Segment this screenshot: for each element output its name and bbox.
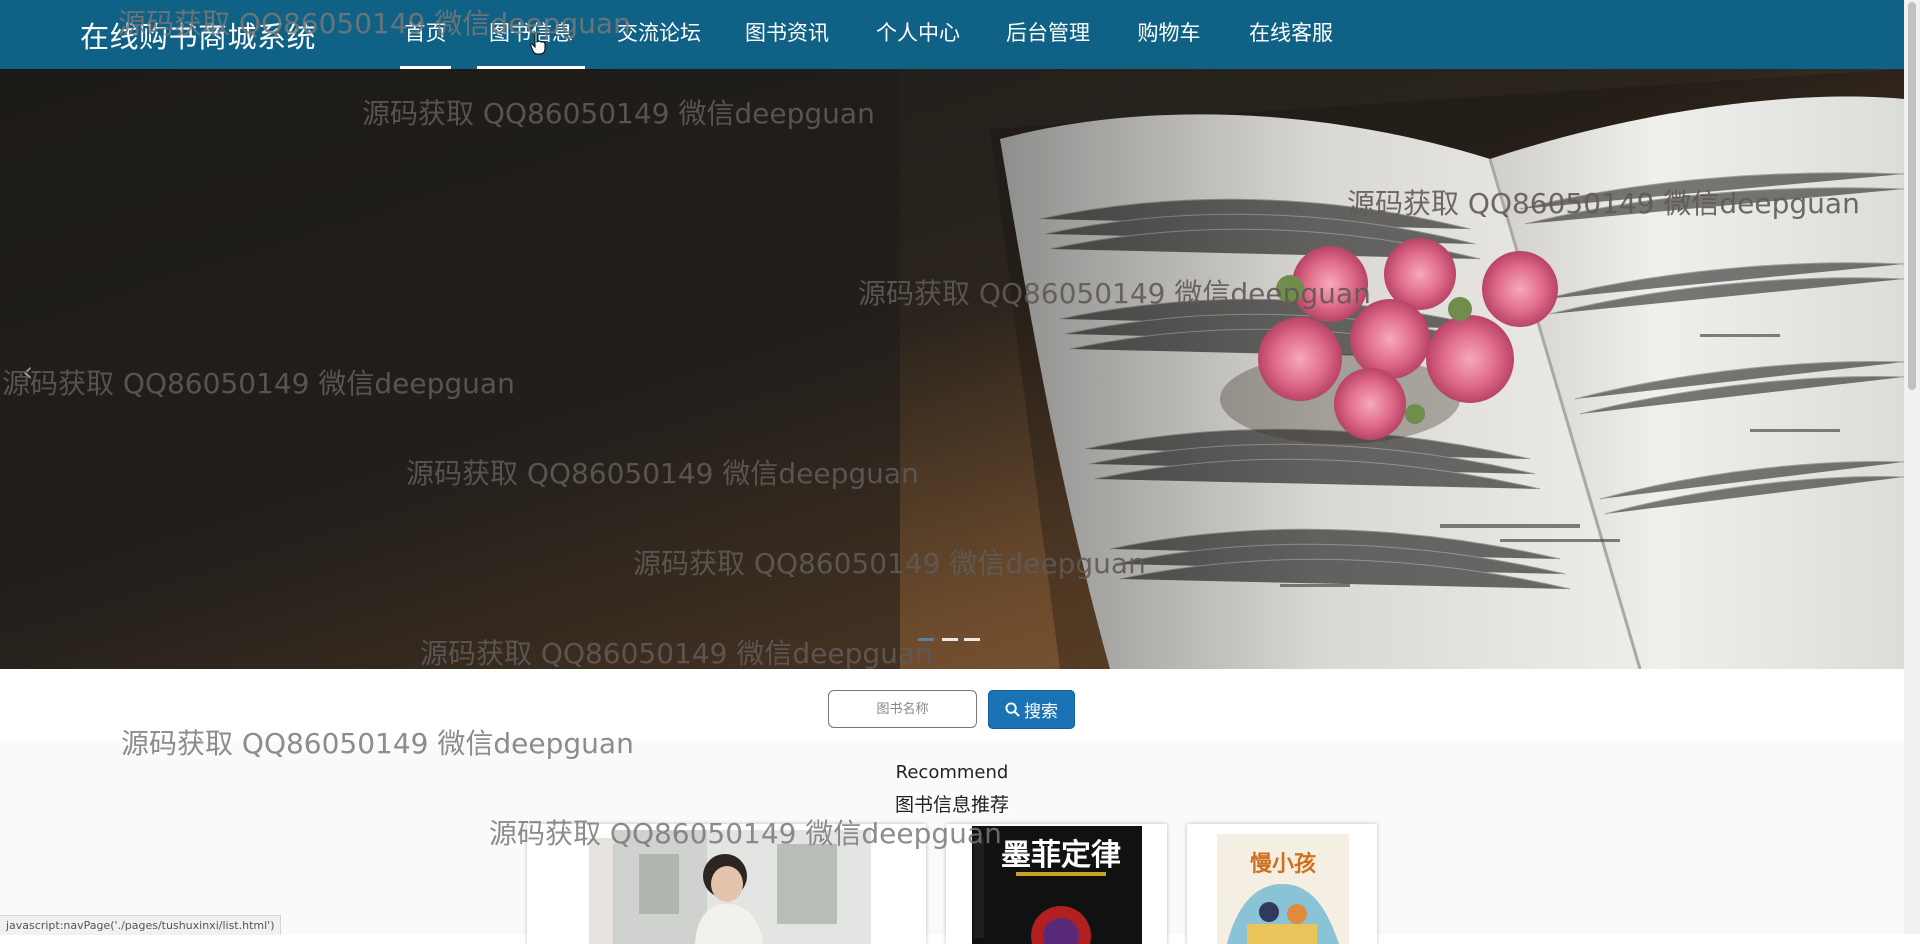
carousel-prev-button[interactable]: ‹ — [22, 355, 33, 388]
recommend-title-cn: 图书信息推荐 — [894, 794, 1009, 816]
book-cover-image — [1187, 824, 1377, 944]
recommend-title-en: Recommend — [895, 762, 1009, 783]
book-cover-title: 慢小孩 — [1249, 852, 1316, 877]
hero-slide-image — [0, 69, 1904, 669]
book-card[interactable] — [527, 824, 926, 944]
book-name-search-input[interactable] — [828, 690, 977, 728]
page-scrollbar[interactable] — [1904, 0, 1920, 934]
site-brand[interactable]: 在线购书商城系统 — [80, 14, 316, 56]
nav-item-admin[interactable]: 后台管理 — [1003, 0, 1093, 69]
nav-item-customer-service[interactable]: 在线客服 — [1246, 0, 1336, 69]
carousel-dot[interactable] — [942, 638, 958, 641]
book-cover-image — [527, 824, 926, 944]
nav-item-home[interactable]: 首页 — [400, 0, 451, 69]
browser-status-bar: javascript:navPage('./pages/tushuxinxi/l… — [0, 915, 282, 935]
hero-carousel[interactable]: ‹ — [0, 69, 1904, 669]
nav-item-cart[interactable]: 购物车 — [1135, 0, 1203, 69]
search-icon — [1005, 702, 1020, 717]
book-cover-title: 墨菲定律 — [1001, 838, 1121, 873]
nav-item-book-news[interactable]: 图书资讯 — [742, 0, 832, 69]
search-button[interactable]: 搜索 — [988, 690, 1075, 729]
carousel-dot[interactable] — [918, 638, 934, 641]
top-nav-bar: 在线购书商城系统 首页 图书信息 交流论坛 图书资讯 个人中心 后台管理 购物车… — [0, 0, 1904, 69]
nav-item-personal-center[interactable]: 个人中心 — [873, 0, 963, 69]
hand-cursor-icon — [530, 32, 546, 55]
book-card[interactable]: 墨菲定律 — [946, 824, 1167, 944]
carousel-dot[interactable] — [964, 638, 980, 641]
search-button-label: 搜索 — [1024, 702, 1058, 722]
scrollbar-thumb[interactable] — [1908, 2, 1916, 390]
nav-item-forum[interactable]: 交流论坛 — [614, 0, 704, 69]
book-card[interactable]: 慢小孩 — [1187, 824, 1377, 944]
